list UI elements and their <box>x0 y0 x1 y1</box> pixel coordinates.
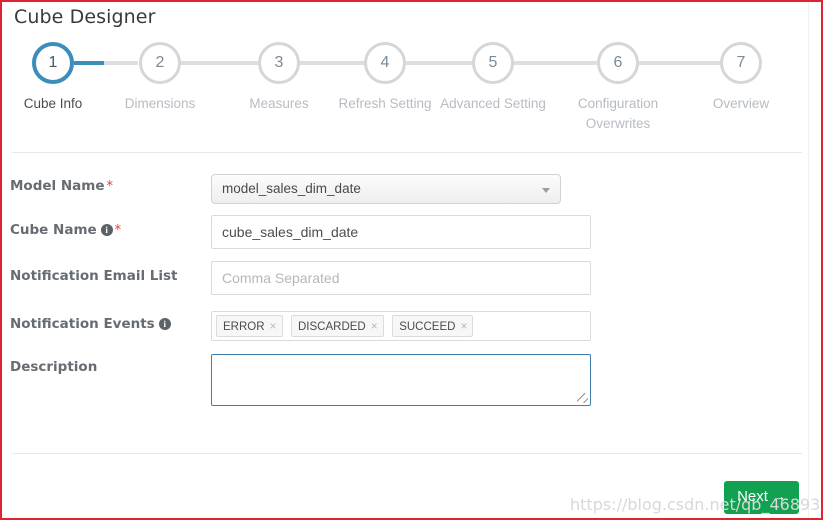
stepper-label-refresh-setting: Refresh Setting <box>338 96 432 111</box>
stepper-label-cube-info: Cube Info <box>23 96 83 111</box>
cube-name-required-mark: * <box>114 223 122 238</box>
stepper-connector-6-7 <box>637 61 721 65</box>
stepper-number-2: 2 <box>139 42 181 84</box>
notification-events-label: Notification Events i <box>10 316 171 332</box>
cube-name-label-text: Cube Name <box>10 222 97 238</box>
footer-divider <box>12 453 802 454</box>
wizard-stepper: 1 Cube Info 2 Dimensions 3 Measures 4 Re… <box>2 42 802 140</box>
form-row-notification-events: Notification Events i ERROR × DISCARDED × S… <box>2 305 802 352</box>
stepper-connector-2-3 <box>181 61 258 65</box>
model-name-value: model_sales_dim_date <box>222 181 361 196</box>
tag-label: SUCCEED <box>399 321 456 333</box>
stepper-label-configuration-overwrites: Configuration Overwrites <box>577 96 659 131</box>
description-label-text: Description <box>10 359 98 375</box>
remove-tag-icon[interactable]: × <box>371 319 378 333</box>
stepper-divider <box>12 152 802 153</box>
stepper-number-1: 1 <box>32 42 74 84</box>
stepper-label-overview: Overview <box>712 96 770 111</box>
form-row-notification-email-list: Notification Email List Comma Separated <box>2 257 802 305</box>
model-name-label: Model Name * <box>10 178 113 194</box>
content-right-edge-line <box>808 2 809 518</box>
notification-email-list-input[interactable]: Comma Separated <box>211 261 591 295</box>
stepper-number-3: 3 <box>258 42 300 84</box>
next-button[interactable]: Next → <box>724 481 799 514</box>
resize-handle-icon[interactable] <box>577 392 588 403</box>
notification-email-list-placeholder: Comma Separated <box>222 270 340 286</box>
cube-name-value: cube_sales_dim_date <box>222 224 359 240</box>
stepper-step-cube-info[interactable]: 1 Cube Info <box>2 42 110 114</box>
stepper-step-advanced-setting[interactable]: 5 Advanced Setting <box>436 42 550 114</box>
form-row-cube-name: Cube Name i * cube_sales_dim_date <box>2 210 802 257</box>
stepper-step-refresh-setting[interactable]: 4 Refresh Setting <box>328 42 442 114</box>
cube-name-input[interactable]: cube_sales_dim_date <box>211 215 591 249</box>
stepper-label-advanced-setting: Advanced Setting <box>440 96 546 111</box>
notification-events-tag-input[interactable]: ERROR × DISCARDED × SUCCEED × <box>211 311 591 341</box>
form-row-description: Description <box>2 352 802 422</box>
description-textarea[interactable] <box>211 354 591 406</box>
stepper-number-4: 4 <box>364 42 406 84</box>
description-label: Description <box>10 359 97 375</box>
stepper-number-6: 6 <box>597 42 639 84</box>
notification-email-list-label: Notification Email List <box>10 268 178 284</box>
model-name-required-mark: * <box>106 179 114 194</box>
tag-label: DISCARDED <box>298 321 366 333</box>
info-icon[interactable]: i <box>100 224 113 236</box>
stepper-label-measures: Measures <box>249 96 309 111</box>
remove-tag-icon[interactable]: × <box>460 319 467 333</box>
tag-chip[interactable]: SUCCEED × <box>392 315 474 337</box>
stepper-number-5: 5 <box>472 42 514 84</box>
stepper-step-configuration-overwrites[interactable]: 6 Configuration Overwrites <box>561 42 675 134</box>
model-name-select[interactable]: model_sales_dim_date <box>211 174 561 204</box>
stepper-step-overview[interactable]: 7 Overview <box>684 42 798 114</box>
cube-info-form: Model Name * model_sales_dim_date Cube Na… <box>2 164 802 422</box>
form-row-model-name: Model Name * model_sales_dim_date <box>2 164 802 210</box>
stepper-connector-5-6 <box>513 61 597 65</box>
stepper-connector-1-2 <box>74 61 104 65</box>
stepper-number-7: 7 <box>720 42 762 84</box>
cube-designer-page: Cube Designer 1 Cube Info 2 Dimensions 3… <box>0 0 823 520</box>
chevron-down-icon <box>542 188 550 193</box>
cube-name-label: Cube Name i * <box>10 222 121 238</box>
notification-email-list-label-text: Notification Email List <box>10 268 178 284</box>
tag-chip[interactable]: ERROR × <box>216 315 283 337</box>
arrow-right-icon: → <box>771 488 786 504</box>
tag-chip[interactable]: DISCARDED × <box>291 315 384 337</box>
remove-tag-icon[interactable]: × <box>270 319 277 333</box>
model-name-label-text: Model Name <box>10 178 105 194</box>
tag-label: ERROR <box>223 321 265 333</box>
page-title: Cube Designer <box>14 6 156 28</box>
stepper-step-dimensions[interactable]: 2 Dimensions <box>103 42 217 114</box>
info-icon[interactable]: i <box>158 318 171 330</box>
notification-events-label-text: Notification Events <box>10 316 155 332</box>
stepper-step-measures[interactable]: 3 Measures <box>222 42 336 114</box>
stepper-label-dimensions: Dimensions <box>124 96 196 111</box>
stepper-connector-1-2-rest <box>104 61 138 65</box>
next-button-label: Next <box>737 488 768 505</box>
